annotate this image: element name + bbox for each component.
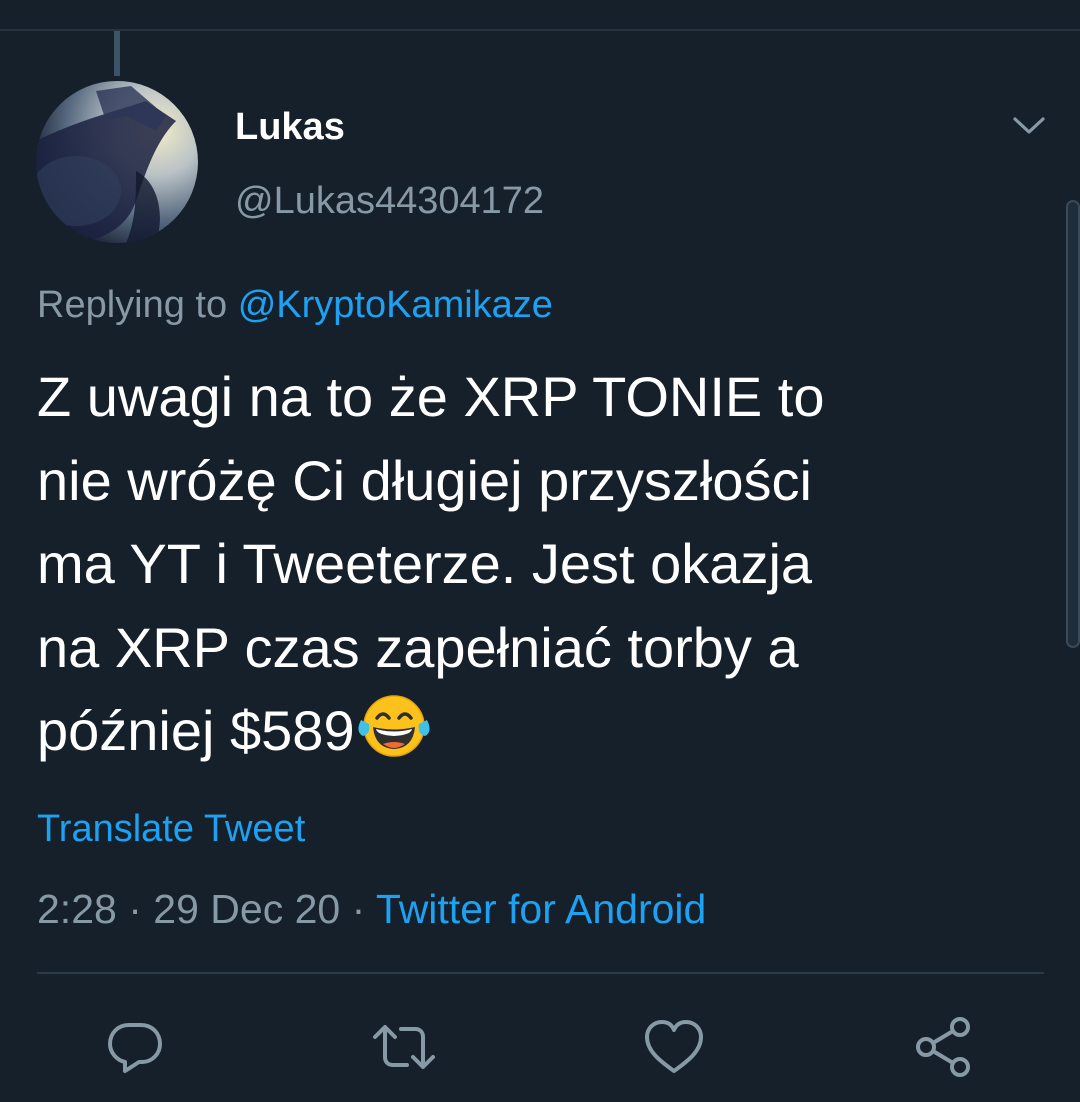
face-with-tears-of-joy-icon [357, 694, 431, 758]
meta-separator: · [351, 886, 366, 932]
replying-to-label: Replying to [37, 284, 228, 326]
retweet-button[interactable] [371, 1014, 437, 1080]
retweet-icon [373, 1025, 435, 1069]
more-options-button[interactable] [1004, 105, 1054, 147]
replying-to-mention-link[interactable]: @KryptoKamikaze [238, 284, 553, 326]
share-icon [916, 1017, 970, 1077]
tweet-metadata: 2:28 · 29 Dec 20 · Twitter for Android [37, 884, 706, 934]
meta-separator: · [128, 886, 142, 932]
tweet-text-line-last: później $589 [37, 689, 1027, 773]
share-button[interactable] [911, 1014, 977, 1080]
tweet-date: 29 Dec 20 [153, 886, 341, 932]
actions-divider [37, 972, 1044, 974]
tweet-text-line: na XRP czas zapełniać torby a [37, 615, 799, 679]
tweet-source-link[interactable]: Twitter for Android [376, 886, 706, 932]
tweet-text-line: później $589 [37, 699, 355, 762]
heart-icon [645, 1020, 703, 1073]
tweet-text-line: Z uwagi na to że XRP TONIE to [37, 365, 825, 428]
thread-connector-line [114, 31, 120, 76]
translate-tweet-link[interactable]: Translate Tweet [37, 806, 305, 852]
reply-button[interactable] [102, 1014, 168, 1080]
avatar-image [36, 81, 198, 243]
author-display-name[interactable]: Lukas [235, 104, 345, 150]
top-divider [0, 29, 1080, 31]
tweet-text: Z uwagi na to że XRP TONIE to nie wróżę … [37, 355, 1027, 773]
scrollbar[interactable] [1066, 200, 1080, 648]
tweet-time: 2:28 [37, 886, 117, 932]
like-button[interactable] [641, 1014, 707, 1080]
chevron-down-icon [1013, 117, 1045, 134]
author-handle[interactable]: @Lukas44304172 [235, 178, 544, 224]
comment-icon [108, 1023, 162, 1073]
replying-to: Replying to @KryptoKamikaze [37, 282, 553, 328]
tweet-text-line: nie wróżę Ci długiej przyszłości [37, 448, 812, 512]
tweet-text-line: ma YT i Tweeterze. Jest okazja [37, 532, 813, 595]
avatar[interactable] [36, 81, 198, 243]
